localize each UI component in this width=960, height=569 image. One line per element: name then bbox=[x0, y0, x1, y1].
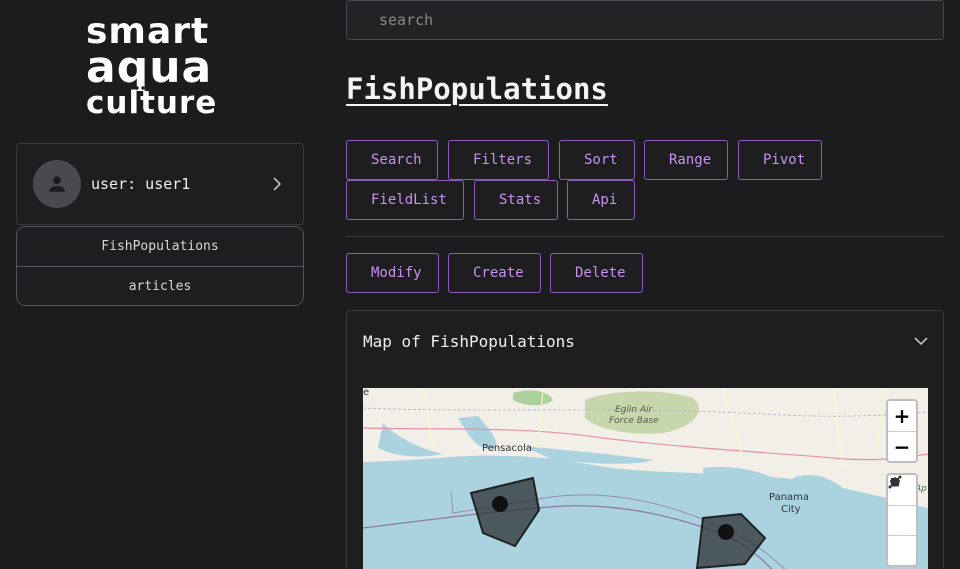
map-panel-title: Map of FishPopulations bbox=[363, 332, 575, 351]
logo-line-2: aqua bbox=[86, 42, 213, 93]
chevron-right-icon bbox=[273, 177, 282, 191]
search-button[interactable]: Search bbox=[346, 140, 438, 180]
zoom-control: + − bbox=[886, 399, 918, 463]
modify-button[interactable]: Modify bbox=[346, 253, 439, 293]
map-label-eglin-2: Force Base bbox=[609, 416, 659, 426]
map[interactable]: e Pensacola Eglin Air Force Base Panama … bbox=[363, 388, 928, 569]
person-icon bbox=[49, 176, 65, 192]
sidebar-item-fishpopulations[interactable]: FishPopulations bbox=[17, 227, 303, 266]
sidebar-nav: FishPopulations articles bbox=[16, 226, 304, 306]
map-label-panama: Panama bbox=[769, 492, 810, 503]
rectangle-icon bbox=[891, 478, 899, 486]
draw-polygon-button[interactable] bbox=[888, 477, 916, 535]
page-title: FishPopulations bbox=[346, 72, 608, 106]
map-label-edge-left: e bbox=[363, 388, 370, 398]
map-label-eglin-1: Eglin Air bbox=[615, 405, 653, 415]
fieldlist-button[interactable]: FieldList bbox=[346, 180, 464, 220]
draw-rectangle-button[interactable] bbox=[888, 478, 916, 565]
map-label-pensacola: Pensacola bbox=[482, 443, 533, 454]
sidebar-item-articles[interactable]: articles bbox=[17, 266, 303, 305]
draw-toolbar bbox=[886, 473, 918, 567]
sort-button[interactable]: Sort bbox=[559, 140, 635, 180]
chevron-down-icon[interactable] bbox=[913, 335, 929, 347]
user-label: user: user1 bbox=[91, 175, 191, 193]
user-menu[interactable]: user: user1 bbox=[16, 143, 304, 225]
map-panel: Map of FishPopulations e Pensacola Eglin… bbox=[346, 310, 944, 569]
search-input[interactable] bbox=[346, 0, 944, 40]
divider bbox=[346, 236, 944, 237]
map-label-city: City bbox=[781, 504, 801, 515]
avatar bbox=[33, 160, 81, 208]
pivot-button[interactable]: Pivot bbox=[738, 140, 822, 180]
zoom-out-button[interactable]: − bbox=[888, 431, 916, 461]
smart-aquaculture-logo: smart aqua culture bbox=[86, 11, 218, 121]
create-button[interactable]: Create bbox=[448, 253, 541, 293]
range-button[interactable]: Range bbox=[644, 140, 728, 180]
filters-button[interactable]: Filters bbox=[448, 140, 549, 180]
logo-line-3: culture bbox=[86, 85, 218, 121]
delete-button[interactable]: Delete bbox=[550, 253, 643, 293]
zoom-in-button[interactable]: + bbox=[888, 401, 916, 431]
stats-button[interactable]: Stats bbox=[474, 180, 558, 220]
api-button[interactable]: Api bbox=[567, 180, 635, 220]
